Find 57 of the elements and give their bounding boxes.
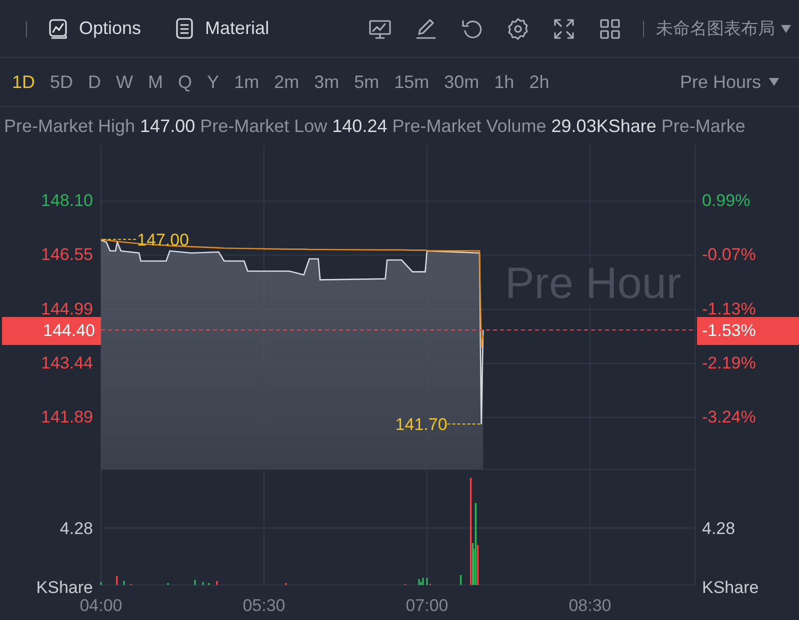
axis-label: 143.44 bbox=[41, 353, 93, 372]
axis-label: 148.10 bbox=[41, 191, 93, 210]
axis-label: 08:30 bbox=[568, 596, 612, 615]
percent-label: -0.07% bbox=[702, 245, 756, 264]
axis-label: 05:30 bbox=[242, 596, 286, 615]
last-price-label: -1.53% bbox=[697, 317, 799, 345]
axis-label: 07:00 bbox=[406, 596, 448, 615]
axis-title: KShare bbox=[36, 578, 93, 597]
options-button[interactable]: Options bbox=[45, 12, 144, 44]
axis-label: 04:00 bbox=[80, 596, 122, 615]
interval-tab[interactable]: 1D bbox=[6, 70, 42, 94]
stat-label: Pre-Market High bbox=[4, 116, 136, 136]
stat-value: 140.24 bbox=[332, 116, 388, 136]
interval-tab[interactable]: 30m bbox=[438, 70, 486, 94]
percent-label: -1.13% bbox=[702, 299, 756, 318]
caret-icon bbox=[781, 24, 791, 32]
interval-tab[interactable]: 1m bbox=[228, 70, 266, 94]
interval-tab[interactable]: 1h bbox=[488, 70, 520, 94]
caret-icon bbox=[769, 78, 779, 86]
interval-tab[interactable]: 15m bbox=[388, 70, 436, 94]
axis-title: KShare bbox=[702, 578, 759, 597]
interval-tab[interactable]: 5D bbox=[44, 70, 80, 94]
axis-label: 4.28 bbox=[60, 519, 93, 538]
stat-label: Pre-Market Volume bbox=[392, 116, 546, 136]
axis-label: 4.28 bbox=[702, 519, 736, 538]
layout-dropdown[interactable]: 未命名图表布局 bbox=[656, 17, 799, 40]
interval-tab[interactable]: 2h bbox=[523, 70, 556, 94]
stat-label: Pre-Marke bbox=[661, 116, 746, 136]
grid-icon bbox=[598, 16, 622, 40]
interval-tab[interactable]: 2m bbox=[268, 70, 306, 94]
price-annotation: 147.00 bbox=[102, 230, 189, 250]
axis-label: 144.99 bbox=[41, 299, 93, 318]
fullscreen-icon bbox=[552, 16, 576, 40]
pencil-icon bbox=[414, 16, 438, 40]
annotation: 147.00 bbox=[137, 230, 189, 250]
annotation: 141.70 bbox=[395, 415, 448, 434]
stat-value: 29.03KShare bbox=[551, 116, 656, 136]
interval-tab[interactable]: Q bbox=[172, 70, 198, 94]
stat-label: Pre-Market Low bbox=[200, 116, 328, 136]
last-price-label: 144.40 bbox=[2, 317, 101, 345]
percent-label: 0.99% bbox=[702, 191, 750, 210]
ref-line-label: 144.40 bbox=[43, 320, 95, 340]
axis-label: 141.89 bbox=[41, 407, 93, 426]
stat-value: 147.00 bbox=[140, 116, 196, 136]
price-annotation: 141.70 bbox=[395, 415, 481, 434]
interval-tab[interactable]: 5m bbox=[348, 70, 386, 94]
material-button[interactable]: Material bbox=[171, 12, 272, 44]
interval-tab[interactable]: M bbox=[142, 70, 170, 94]
settings-icon bbox=[506, 16, 530, 40]
interval-tab[interactable]: D bbox=[82, 70, 108, 94]
interval-tab[interactable]: Y bbox=[201, 70, 226, 94]
interval-tab[interactable]: 3m bbox=[308, 70, 346, 94]
interval-tab[interactable]: W bbox=[110, 70, 140, 94]
session-dropdown[interactable]: Pre Hours bbox=[674, 70, 785, 94]
percent-label: -3.24% bbox=[702, 407, 756, 426]
percent-label: -2.19% bbox=[702, 353, 756, 372]
axis-label: 146.55 bbox=[41, 245, 93, 264]
